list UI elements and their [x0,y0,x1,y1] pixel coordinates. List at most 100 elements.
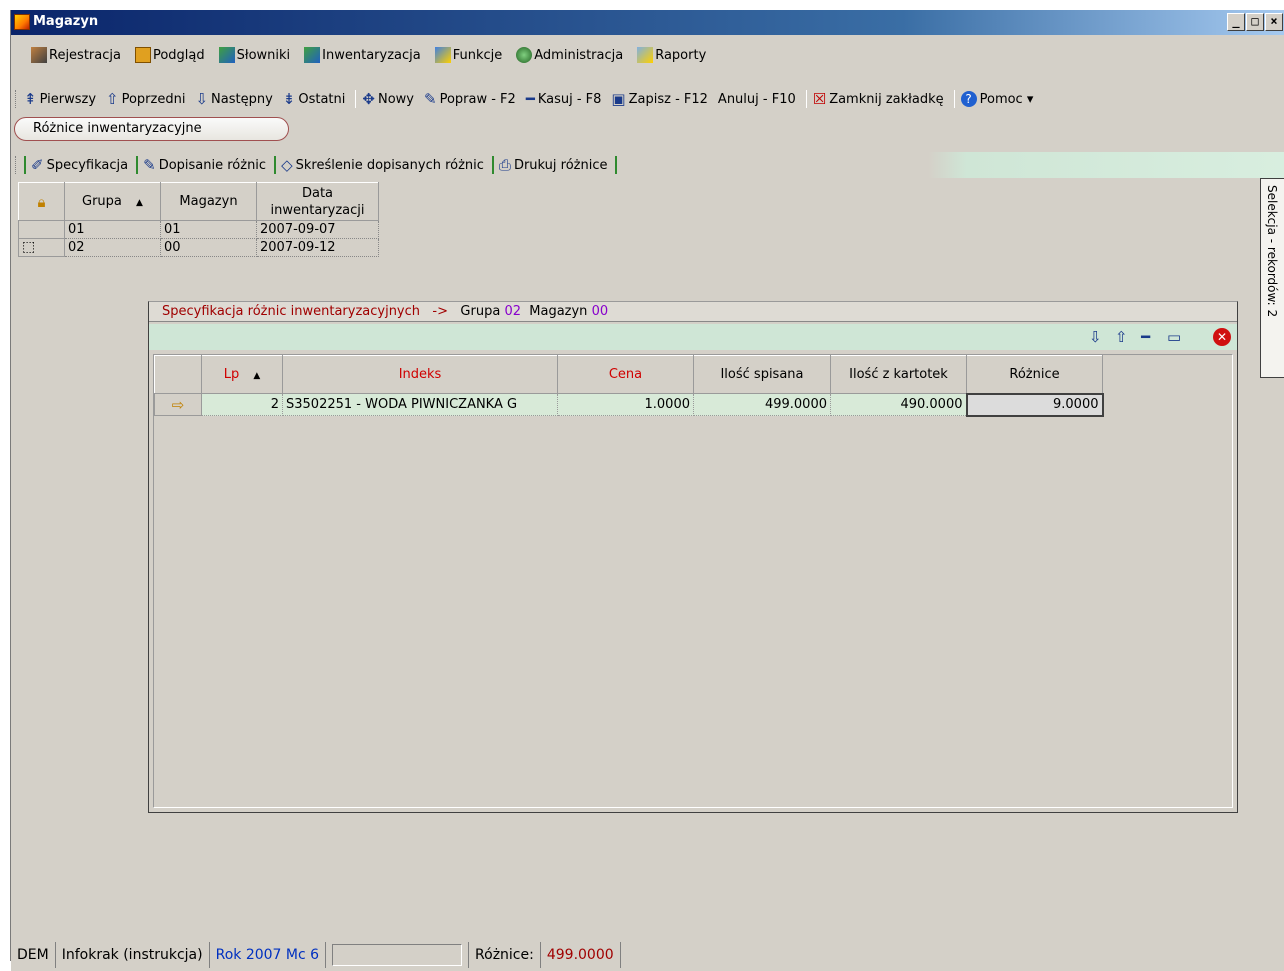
column-header-ilosc-spisana[interactable]: Ilość spisana [693,355,831,394]
toolbar-separator [274,156,277,174]
inventory-grid: 🔒︎ Grupa ▲ Magazyn Data inwentaryzacji 01… [18,182,379,257]
new-button[interactable]: ✥ Nowy [362,90,414,108]
close-tab-icon: ☒ [812,90,827,108]
column-header-lp[interactable]: Lp ▲ [201,355,283,394]
header-label: Data [301,185,334,201]
tool-label: Poprzedni [121,91,186,107]
move-down-icon[interactable]: ⇩ [1089,328,1102,346]
tool-label: Pomoc ▾ [979,91,1034,107]
menu-rejestracja[interactable]: Rejestracja [31,47,121,63]
delete-button[interactable]: ━ Kasuj - F8 [526,90,602,108]
print-differences-button[interactable]: ⎙ Drukuj różnice [499,156,608,174]
cell-ilosc-spisana[interactable]: 499.0000 [693,393,831,416]
menu-label: Administracja [534,47,624,63]
menu-inwentaryzacja[interactable]: Inwentaryzacja [304,47,421,63]
menu-slowniki[interactable]: Słowniki [218,47,290,63]
edit-button[interactable]: ✎ Popraw - F2 [424,90,516,108]
cancel-button[interactable]: Anuluj - F10 [718,92,796,107]
specification-button[interactable]: ✐ Specyfikacja [31,156,128,174]
tool-label: Anuluj - F10 [717,91,796,107]
cell-data[interactable]: 2007-09-07 [256,220,379,239]
cell-grupa[interactable]: 02 [64,238,161,257]
panel-grupa-value: 02 [504,304,521,319]
menu-bar: Rejestracja Podgląd Słowniki Inwentaryza… [11,43,1284,67]
dictionary-icon [218,47,235,63]
cell-ilosc-kartotek[interactable]: 490.0000 [830,393,967,416]
cell-cena[interactable]: 1.0000 [557,393,694,416]
cell-data[interactable]: 2007-09-12 [256,238,379,257]
reports-icon [637,47,654,63]
menu-podglad[interactable]: Podgląd [134,47,205,63]
save-button[interactable]: ▣ Zapisz - F12 [611,90,708,108]
column-header-magazyn[interactable]: Magazyn [160,182,257,221]
header-label: Indeks [398,367,442,382]
tool-label: Drukuj różnice [513,157,608,173]
close-panel-icon[interactable]: ✕ [1213,328,1231,346]
status-period: Rok 2007 Mc 6 [210,942,327,968]
row-selector-header[interactable] [154,355,202,394]
close-tab-button[interactable]: ☒ Zamknij zakładkę [813,90,944,108]
tab-label: Różnice inwentaryzacyjne [33,121,202,136]
row-selector[interactable] [18,220,65,239]
previous-icon: ⇧ [106,90,119,108]
cell-roznice[interactable]: 9.0000 [965,392,1104,417]
lock-column-header[interactable]: 🔒︎ [18,182,65,221]
new-icon: ✥ [362,90,375,108]
cell-magazyn[interactable]: 01 [160,220,257,239]
table-row[interactable]: 01 01 2007-09-07 [18,220,379,239]
menu-label: Raporty [655,47,707,63]
pen-icon [31,47,47,63]
first-button[interactable]: ⇞ Pierwszy [24,90,96,108]
maximize-panel-icon[interactable]: ▭ [1167,328,1181,346]
help-icon: ? [960,91,977,107]
menu-raporty[interactable]: Raporty [637,47,706,63]
row-selector[interactable]: ⇨ [154,393,202,416]
next-button[interactable]: ⇩ Następny [195,90,272,108]
header-label: Różnice [1009,366,1060,382]
cell-magazyn[interactable]: 00 [160,238,257,257]
panel-title-arrow: -> [432,304,449,319]
menu-administracja[interactable]: Administracja [516,47,623,63]
tool-label: Specyfikacja [46,157,129,173]
column-header-roznice[interactable]: Różnice [966,355,1103,394]
move-up-icon[interactable]: ⇧ [1115,328,1128,346]
sub-toolbar: ✐ Specyfikacja ✎ Dopisanie różnic ◇ Skreśle… [11,152,1284,178]
tab-roznice-inwentaryzacyjne[interactable]: Różnice inwentaryzacyjne [14,117,289,141]
specification-grid-area: Lp ▲ Indeks Cena Ilość spisana Ilość z k… [153,354,1233,808]
next-icon: ⇩ [195,90,209,108]
row-selector[interactable]: ⬚ [18,238,65,257]
toolbar-grip[interactable] [15,156,18,174]
remove-added-differences-button[interactable]: ◇ Skreślenie dopisanych różnic [281,156,484,174]
folder-icon [134,47,151,63]
cell-indeks[interactable]: S3502251 - WODA PIWNICZANKA G [282,393,558,416]
help-button[interactable]: ? Pomoc ▾ [960,91,1034,107]
toolbar-separator [355,90,357,108]
header-label: Cena [608,367,643,382]
cell-grupa[interactable]: 01 [64,220,161,239]
last-button[interactable]: ⇟ Ostatni [283,90,346,108]
column-header-ilosc-kartotek[interactable]: Ilość z kartotek [830,355,967,394]
table-row[interactable]: ⇨ 2 S3502251 - WODA PIWNICZANKA G 1.0000… [154,392,1104,417]
column-header-data[interactable]: Data inwentaryzacji [256,182,379,221]
header-label: Ilość z kartotek [849,367,948,382]
toolbar-grip[interactable] [15,90,18,108]
selection-side-tab[interactable]: Selekcja - rekordów: 2 [1260,178,1284,378]
sort-asc-icon: ▲ [253,371,261,381]
panel-toolbar: ⇩ ⇧ ━ ▭ ✕ [149,324,1237,350]
current-row-icon: ⬚ [22,239,36,255]
table-row[interactable]: ⬚ 02 00 2007-09-12 [18,238,379,257]
status-dem: DEM [11,942,56,968]
previous-button[interactable]: ⇧ Poprzedni [106,90,185,108]
maximize-button[interactable]: □ [1246,13,1264,31]
column-header-grupa[interactable]: Grupa ▲ [64,182,161,221]
add-differences-button[interactable]: ✎ Dopisanie różnic [143,156,266,174]
cell-lp[interactable]: 2 [201,393,283,416]
column-header-cena[interactable]: Cena [557,355,694,394]
close-button[interactable]: × [1265,13,1283,31]
minimize-panel-icon[interactable]: ━ [1141,328,1150,346]
minimize-button[interactable]: _ [1227,13,1245,31]
toolbar-separator [953,90,955,108]
column-header-indeks[interactable]: Indeks [282,355,558,394]
menu-funkcje[interactable]: Funkcje [434,47,502,63]
status-user: Infokrak (instrukcja) [56,942,210,968]
